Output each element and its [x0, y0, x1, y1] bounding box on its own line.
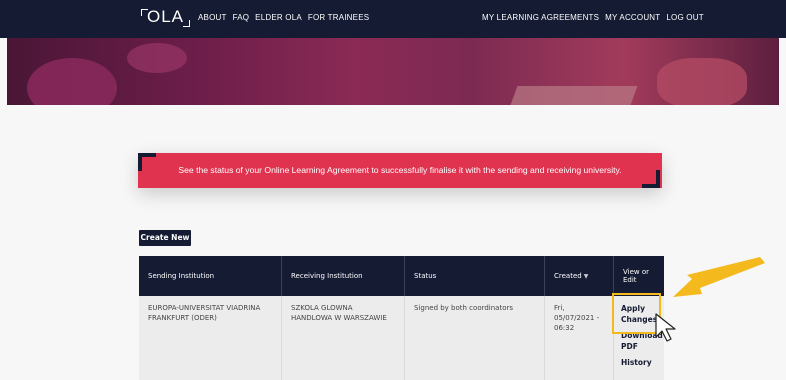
hero-image: [7, 38, 779, 105]
header-created-label: Created: [554, 272, 582, 280]
cell-created: Fri, 05/07/2021 - 06:32: [544, 296, 614, 380]
hero-laptop-shape: [506, 86, 638, 105]
nav-link-log-out[interactable]: LOG OUT: [666, 13, 703, 22]
nav-link-faq[interactable]: FAQ: [233, 13, 250, 22]
logo-text: OLA: [147, 7, 185, 26]
cell-status: Signed by both coordinators: [404, 296, 545, 380]
ola-logo[interactable]: OLA: [141, 7, 191, 27]
header-status: Status: [404, 256, 545, 296]
account-nav: MY LEARNING AGREEMENTS MY ACCOUNT LOG OU…: [482, 13, 704, 22]
nav-link-for-trainees[interactable]: FOR TRAINEES: [308, 13, 369, 22]
mouse-cursor-icon: [655, 313, 676, 342]
hero-shape: [657, 58, 747, 105]
nav-link-my-account[interactable]: MY ACCOUNT: [605, 13, 660, 22]
info-banner-text: See the status of your Online Learning A…: [178, 165, 622, 175]
banner-corner-decoration: [642, 170, 660, 188]
cell-receiving-institution: SZKOLA GLOWNA HANDLOWA W WARSZAWIE: [281, 296, 405, 380]
cell-sending-institution: EUROPA-UNIVERSITAT VIADRINA FRANKFURT (O…: [139, 296, 282, 380]
header-receiving-institution: Receiving Institution: [281, 256, 405, 296]
banner-corner-decoration: [138, 153, 156, 171]
main-nav: ABOUT FAQ ELDER OLA FOR TRAINEES: [198, 13, 369, 22]
logo-bracket-top-left: [141, 9, 148, 16]
header-view-or-edit: View or Edit: [613, 256, 664, 296]
sort-arrow-icon[interactable]: ▼: [584, 273, 589, 280]
nav-link-about[interactable]: ABOUT: [198, 13, 227, 22]
table-row: EUROPA-UNIVERSITAT VIADRINA FRANKFURT (O…: [139, 296, 664, 380]
header-created[interactable]: Created ▼: [544, 256, 614, 296]
nav-link-my-learning-agreements[interactable]: MY LEARNING AGREEMENTS: [482, 13, 599, 22]
logo-bracket-bottom-right: [183, 20, 191, 27]
learning-agreements-table: Sending Institution Receiving Institutio…: [139, 256, 664, 380]
hero-shape: [27, 58, 117, 105]
create-new-button[interactable]: Create New: [139, 230, 191, 246]
header-sending-institution: Sending Institution: [139, 256, 282, 296]
top-nav-bar: OLA ABOUT FAQ ELDER OLA FOR TRAINEES MY …: [0, 0, 786, 38]
nav-link-elder-ola[interactable]: ELDER OLA: [255, 13, 302, 22]
hero-shape: [127, 43, 187, 73]
history-link[interactable]: History: [621, 357, 657, 368]
info-banner: See the status of your Online Learning A…: [138, 153, 662, 188]
table-header-row: Sending Institution Receiving Institutio…: [139, 256, 664, 296]
pointer-arrow-icon: [673, 257, 765, 297]
